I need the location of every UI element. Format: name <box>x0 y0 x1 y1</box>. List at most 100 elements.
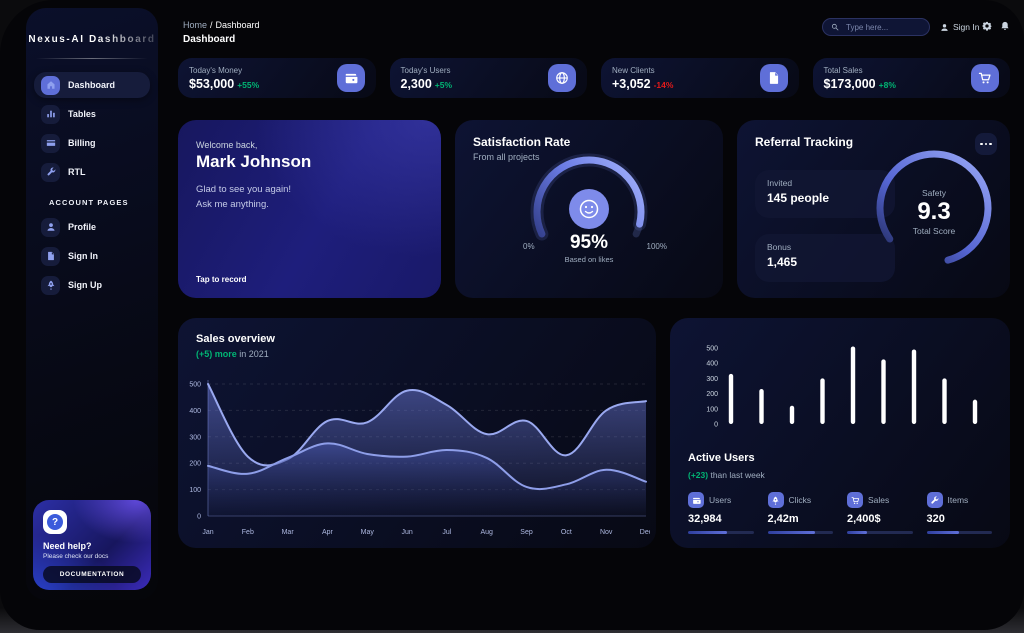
sidebar-item-billing[interactable]: Billing <box>34 130 150 156</box>
stat-value: +3,052-14% <box>612 77 673 91</box>
progress-bar <box>688 531 754 534</box>
person-icon <box>940 23 949 32</box>
welcome-card: Welcome back, Mark Johnson Glad to see y… <box>178 120 441 298</box>
svg-text:500: 500 <box>706 346 718 353</box>
brand-title: Nexus-AI Dashboard <box>26 34 158 45</box>
stat-delta: +55% <box>237 80 259 90</box>
app-window: Nexus-AI Dashboard Dashboard Tables Bill… <box>0 0 1024 630</box>
svg-text:Aug: Aug <box>480 529 493 536</box>
help-subtitle: Please check our docs <box>43 553 141 560</box>
stat-label: Total Sales <box>824 66 896 75</box>
active-users-bar-chart: 0100200300400500 <box>686 332 996 444</box>
svg-text:300: 300 <box>189 434 201 441</box>
person-icon <box>41 218 60 237</box>
mini-stat-users: Users 32,984 <box>688 492 754 534</box>
svg-text:100: 100 <box>189 487 201 494</box>
breadcrumb: Home/Dashboard <box>183 20 260 30</box>
referral-gauge-text: Safety 9.3 Total Score <box>864 138 1004 236</box>
sign-in-button[interactable]: Sign In <box>940 18 979 36</box>
sidebar-nav: Dashboard Tables Billing RTL ACCOUNT PAG… <box>26 72 158 298</box>
mini-stat-clicks: Clicks 2,42m <box>768 492 834 534</box>
svg-text:100: 100 <box>706 406 718 413</box>
sidebar-item-sign-up[interactable]: Sign Up <box>34 272 150 298</box>
svg-text:Sep: Sep <box>520 529 533 536</box>
screen: Nexus-AI Dashboard Dashboard Tables Bill… <box>0 0 1024 633</box>
svg-text:300: 300 <box>706 376 718 383</box>
sidebar-item-label: RTL <box>68 167 86 177</box>
rocket-icon <box>768 492 784 508</box>
sidebar-item-profile[interactable]: Profile <box>34 214 150 240</box>
welcome-greeting: Welcome back, <box>196 140 257 150</box>
wrench-icon <box>41 163 60 182</box>
search-input[interactable] <box>844 22 921 33</box>
satisfaction-card: Satisfaction Rate From all projects 0% 1… <box>455 120 723 298</box>
breadcrumb-current: Dashboard <box>216 20 260 30</box>
search-box[interactable] <box>822 18 930 36</box>
sidebar-divider <box>36 58 148 59</box>
sidebar-item-rtl[interactable]: RTL <box>34 159 150 185</box>
sales-overview-title: Sales overview <box>196 333 275 345</box>
sidebar-item-label: Dashboard <box>68 80 115 90</box>
svg-text:0: 0 <box>197 514 201 521</box>
document-icon <box>760 64 788 92</box>
stat-delta: +8% <box>879 80 896 90</box>
stat-label: Today's Money <box>189 66 259 75</box>
rocket-icon <box>41 276 60 295</box>
wrench-icon <box>927 492 943 508</box>
bell-icon[interactable] <box>1000 21 1010 31</box>
tap-to-record-button[interactable]: Tap to record <box>196 275 247 284</box>
help-card: ? Need help? Please check our docs DOCUM… <box>33 500 151 590</box>
stat-value: 2,300+5% <box>401 77 453 91</box>
globe-icon <box>548 64 576 92</box>
stat-value: $53,000+55% <box>189 77 259 91</box>
cart-icon <box>847 492 863 508</box>
active-users-card: 0100200300400500 Active Users (+23) than… <box>670 318 1010 548</box>
mini-stat-sales: Sales 2,400$ <box>847 492 913 534</box>
wallet-icon <box>688 492 704 508</box>
sidebar-item-label: Profile <box>68 222 96 232</box>
sidebar-section-label: ACCOUNT PAGES <box>49 198 150 207</box>
active-users-stats: Users 32,984 Clicks 2,42m Sales 2,400$ I… <box>688 492 992 534</box>
stat-label: Today's Users <box>401 66 453 75</box>
referral-gauge-caption: Total Score <box>864 226 1004 236</box>
svg-text:Feb: Feb <box>242 529 254 536</box>
home-icon <box>41 76 60 95</box>
active-users-delta: (+23) than last week <box>688 470 765 480</box>
svg-text:400: 400 <box>189 408 201 415</box>
referral-title: Referral Tracking <box>755 135 853 149</box>
stat-delta: +5% <box>435 80 452 90</box>
svg-text:Oct: Oct <box>561 529 572 536</box>
welcome-name: Mark Johnson <box>196 152 311 172</box>
wallet-icon <box>337 64 365 92</box>
progress-bar <box>847 531 913 534</box>
cart-icon <box>971 64 999 92</box>
sidebar-item-sign-in[interactable]: Sign In <box>34 243 150 269</box>
gear-icon[interactable] <box>982 21 992 31</box>
satisfaction-title: Satisfaction Rate <box>473 135 570 149</box>
svg-text:May: May <box>361 529 375 536</box>
stat-card-todays-users: Today's Users 2,300+5% <box>390 58 588 98</box>
stat-card-todays-money: Today's Money $53,000+55% <box>178 58 376 98</box>
documentation-button[interactable]: DOCUMENTATION <box>43 566 141 583</box>
sales-overview-chart: 0100200300400500JanFebMarAprMayJunJulAug… <box>186 368 650 540</box>
search-icon <box>831 23 839 31</box>
stat-label: New Clients <box>612 66 673 75</box>
svg-text:Jul: Jul <box>442 529 451 536</box>
sidebar-item-label: Sign In <box>68 251 98 261</box>
satisfaction-caption: Based on likes <box>455 255 723 264</box>
breadcrumb-root[interactable]: Home <box>183 20 207 30</box>
breadcrumb-separator: / <box>210 20 213 30</box>
sidebar-item-dashboard[interactable]: Dashboard <box>34 72 150 98</box>
stats-row: Today's Money $53,000+55% Today's Users … <box>178 58 1010 98</box>
svg-text:Dec: Dec <box>640 529 650 536</box>
sidebar-item-tables[interactable]: Tables <box>34 101 150 127</box>
svg-text:0: 0 <box>714 422 718 429</box>
referral-card: Referral Tracking Invited 145 people Bon… <box>737 120 1010 298</box>
svg-text:500: 500 <box>189 382 201 389</box>
sidebar: Nexus-AI Dashboard Dashboard Tables Bill… <box>26 8 158 600</box>
svg-text:Apr: Apr <box>322 529 334 536</box>
document-icon <box>41 247 60 266</box>
satisfaction-value: 95% Based on likes <box>455 232 723 264</box>
progress-bar <box>927 531 993 534</box>
stat-delta: -14% <box>654 80 674 90</box>
